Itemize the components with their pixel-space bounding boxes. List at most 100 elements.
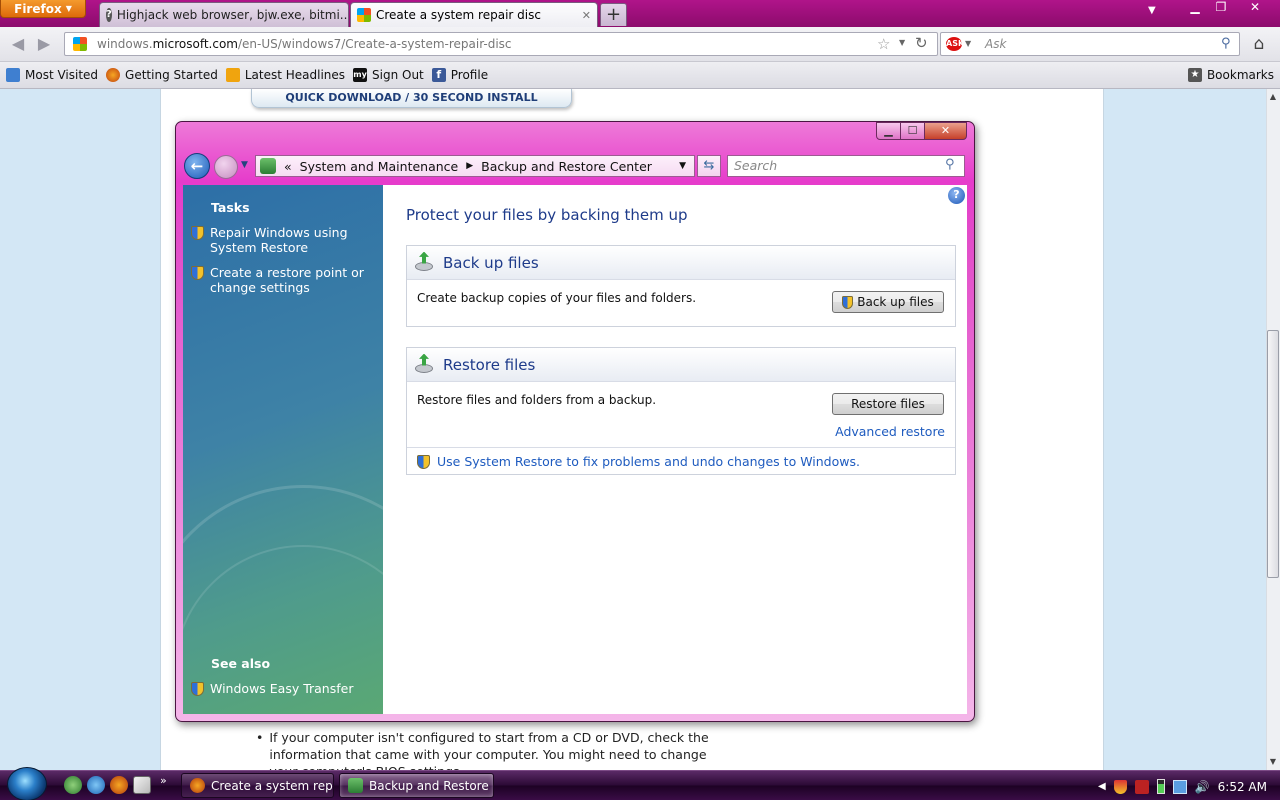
recent-pages-icon[interactable]: ▼ (241, 160, 248, 170)
backup-section-title: Back up files (443, 253, 539, 272)
volume-icon[interactable]: 🔊 (1195, 780, 1210, 794)
uac-shield-icon (191, 682, 204, 696)
minimize-button[interactable]: ▁ (876, 122, 901, 140)
forward-button[interactable]: ▶ (32, 33, 56, 55)
search-icon[interactable]: ⚲ (1221, 33, 1231, 55)
clock[interactable]: 6:52 AM (1218, 780, 1267, 794)
address-bar[interactable]: « System and Maintenance ▶ Backup and Re… (255, 155, 695, 177)
back-button[interactable]: ◀ (6, 33, 30, 55)
battery-icon[interactable] (1156, 779, 1165, 794)
breadcrumb-prefix[interactable]: « (284, 159, 292, 174)
navigation-toolbar: ◀ ▶ windows. microsoft.com/en-US/windows7… (0, 27, 1280, 62)
bookmark-latest-headlines[interactable]: Latest Headlines (225, 68, 345, 82)
task-create-restore-point[interactable]: Create a restore point or change setting… (191, 265, 377, 295)
search-input[interactable]: Search (727, 155, 965, 177)
close-button[interactable]: ✕ (924, 122, 967, 140)
bookmark-label: Profile (450, 68, 489, 82)
maximize-button[interactable]: ☐ (900, 122, 925, 140)
restore-disk-icon (413, 353, 435, 376)
help-icon: ? (106, 8, 112, 22)
uac-shield-icon (842, 296, 854, 309)
page-title: Protect your files by backing them up (406, 206, 688, 224)
minimize-icon[interactable]: ▁ (1182, 0, 1208, 16)
system-restore-row: Use System Restore to fix problems and u… (407, 448, 955, 474)
chevron-down-icon[interactable]: ▼ (679, 161, 686, 171)
restore-files-button[interactable]: Restore files (832, 393, 944, 415)
system-tray: ◀ 🔊 6:52 AM (1098, 773, 1280, 800)
scroll-up-icon[interactable]: ▲ (1266, 89, 1280, 105)
home-icon[interactable]: ⌂ (1248, 34, 1270, 54)
facebook-icon: f (431, 68, 446, 82)
bookmark-getting-started[interactable]: Getting Started (106, 68, 218, 82)
task-label: Create a restore point or change setting… (210, 265, 364, 295)
refresh-icon[interactable]: ⇆ (697, 155, 721, 177)
security-shield-icon[interactable] (1113, 779, 1127, 794)
restore-section-title: Restore files (443, 355, 536, 374)
taskbar-button-backup-restore[interactable]: Backup and Restore ... (339, 773, 494, 798)
start-button[interactable] (7, 767, 47, 800)
url-bar[interactable]: windows. microsoft.com/en-US/windows7/Cre… (64, 32, 938, 56)
forward-arrow-icon[interactable] (214, 155, 238, 179)
tab-highjack[interactable]: ? Highjack web browser, bjw.exe, bitmi..… (99, 2, 349, 27)
chevron-down-icon[interactable]: ▼ (965, 33, 971, 55)
backup-disk-icon (413, 251, 435, 274)
url-path: /en-US/windows7/Create-a-system-repair-d… (237, 37, 512, 51)
ask-engine-icon[interactable]: ASK (946, 37, 964, 51)
bookmark-label: Sign Out (372, 68, 424, 82)
uac-shield-icon (417, 454, 430, 469)
firefox-menu-button[interactable]: Firefox ▼ (0, 0, 86, 18)
chevron-left-icon[interactable]: ◀ (1098, 781, 1106, 792)
back-up-files-button[interactable]: Back up files (832, 291, 944, 313)
bookmark-label: Most Visited (25, 68, 99, 82)
internet-explorer-icon[interactable] (87, 776, 105, 794)
bookmark-profile[interactable]: f Profile (431, 68, 489, 82)
tab-create-repair-disc[interactable]: Create a system repair disc ✕ (350, 2, 598, 27)
bookmark-star-icon[interactable]: ☆ (877, 35, 890, 53)
myspace-icon: my (353, 68, 368, 82)
help-icon[interactable]: ? (948, 187, 965, 204)
backup-section: Back up files Create backup copies of yo… (406, 245, 956, 327)
reload-icon[interactable]: ↻ (915, 34, 928, 52)
task-pane: Tasks Repair Windows using System Restor… (183, 185, 383, 714)
bookmark-sign-out[interactable]: my Sign Out (353, 68, 424, 82)
show-desktop-icon[interactable] (64, 776, 82, 794)
control-panel-icon (348, 778, 363, 793)
taskbar-button-label: Backup and Restore ... (369, 778, 494, 793)
task-repair-windows[interactable]: Repair Windows using System Restore (191, 225, 377, 255)
system-restore-link[interactable]: Use System Restore to fix problems and u… (437, 454, 860, 469)
bookmarks-menu-button[interactable]: ★ Bookmarks (1187, 68, 1274, 82)
restore-files-label: Restore files (851, 397, 925, 411)
breadcrumb-system-maintenance[interactable]: System and Maintenance (300, 159, 459, 174)
scrollbar-thumb[interactable] (1267, 330, 1279, 578)
breadcrumb-backup-restore[interactable]: Backup and Restore Center (481, 159, 652, 174)
chevron-double-right-icon[interactable]: » (160, 774, 167, 787)
quick-download-button[interactable]: QUICK DOWNLOAD / 30 SECOND INSTALL (251, 89, 572, 108)
chevron-down-icon[interactable]: ▼ (899, 38, 905, 47)
new-tab-button[interactable]: + (600, 3, 627, 26)
taskbar-button-firefox[interactable]: Create a system rep... (181, 773, 334, 798)
back-arrow-icon[interactable]: ← (184, 153, 210, 179)
bookmark-most-visited[interactable]: Most Visited (6, 68, 98, 82)
firefox-icon (190, 778, 205, 793)
scroll-down-icon[interactable]: ▼ (1266, 754, 1280, 770)
list-all-tabs-icon[interactable]: ▼ (1148, 5, 1156, 16)
see-also-easy-transfer[interactable]: Windows Easy Transfer (191, 681, 377, 696)
rss-icon (225, 68, 240, 82)
advanced-restore-link[interactable]: Advanced restore (835, 424, 945, 439)
breadcrumb-separator-icon[interactable]: ▶ (466, 161, 473, 171)
windows-flag-icon (73, 37, 87, 51)
search-input[interactable]: ASK ▼ Ask ⚲ (940, 32, 1240, 56)
firefox-icon[interactable] (110, 776, 128, 794)
url-prefix: windows. (97, 37, 153, 51)
paint-icon[interactable] (133, 776, 151, 794)
network-warning-icon[interactable] (1134, 779, 1149, 794)
backup-description: Create backup copies of your files and f… (417, 291, 697, 305)
url-domain: microsoft.com (152, 37, 238, 51)
search-icon[interactable]: ⚲ (945, 157, 955, 172)
backup-section-header: Back up files (407, 246, 955, 280)
close-icon[interactable]: ✕ (582, 9, 591, 22)
restore-icon[interactable]: ❐ (1208, 0, 1234, 16)
network-icon[interactable] (1172, 779, 1187, 794)
uac-shield-icon (191, 226, 204, 240)
close-window-icon[interactable]: ✕ (1242, 0, 1268, 16)
